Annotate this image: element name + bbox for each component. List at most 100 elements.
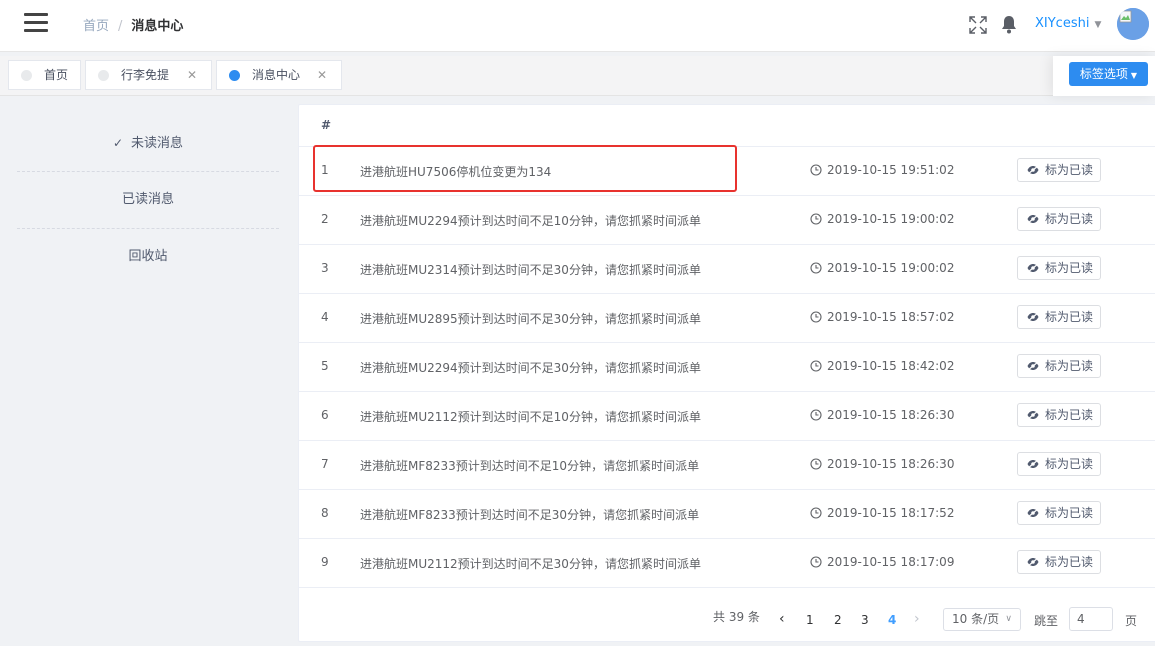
jump-page-input[interactable]: [1069, 607, 1113, 631]
row-index: 4: [321, 310, 329, 324]
clock-icon: [810, 164, 822, 176]
row-index: 3: [321, 261, 329, 275]
message-time: 2019-10-15 18:17:52: [827, 506, 955, 520]
message-time: 2019-10-15 18:17:09: [827, 555, 955, 569]
close-icon[interactable]: ✕: [187, 61, 197, 89]
tag-baggage[interactable]: 行李免提 ✕: [85, 60, 212, 90]
breadcrumb-home[interactable]: 首页: [83, 19, 109, 34]
mark-as-read-label: 标为已读: [1045, 506, 1094, 520]
tag-status-dot: [98, 70, 109, 81]
page-size-value: 10 条/页: [952, 612, 1000, 626]
message-text[interactable]: 进港航班MU2294预计到达时间不足30分钟，请您抓紧时间派单: [360, 359, 701, 376]
next-page-icon[interactable]: ›: [914, 611, 920, 627]
menu-item-unread[interactable]: ✓ 未读消息: [17, 115, 279, 172]
mark-as-read-button[interactable]: 标为已读: [1017, 550, 1101, 574]
prev-page-icon[interactable]: ‹: [779, 611, 785, 627]
message-text[interactable]: 进港航班HU7506停机位变更为134: [360, 163, 551, 180]
message-text[interactable]: 进港航班MU2112预计到达时间不足30分钟，请您抓紧时间派单: [360, 555, 701, 572]
mark-as-read-button[interactable]: 标为已读: [1017, 158, 1101, 182]
clock-icon: [810, 556, 822, 568]
menu-item-recycle-bin[interactable]: 回收站: [17, 229, 279, 285]
eye-icon: [1027, 410, 1039, 420]
mark-as-read-button[interactable]: 标为已读: [1017, 354, 1101, 378]
eye-icon: [1027, 459, 1039, 469]
menu-item-label: 未读消息: [131, 136, 184, 151]
table-row: 8 进港航班MF8233预计到达时间不足30分钟，请您抓紧时间派单 2019-10-…: [299, 490, 1155, 539]
tag-message-center[interactable]: 消息中心 ✕: [216, 60, 342, 90]
table-row: 9 进港航班MU2112预计到达时间不足30分钟，请您抓紧时间派单 2019-10-…: [299, 539, 1155, 588]
menu-item-label: 回收站: [128, 249, 168, 264]
chevron-down-icon: ∨: [1005, 614, 1012, 624]
mark-as-read-button[interactable]: 标为已读: [1017, 501, 1101, 525]
tag-label: 首页: [44, 68, 69, 82]
row-index: 9: [321, 555, 329, 569]
message-text[interactable]: 进港航班MU2294预计到达时间不足10分钟，请您抓紧时间派单: [360, 212, 701, 229]
row-index: 6: [321, 408, 329, 422]
message-time: 2019-10-15 18:42:02: [827, 359, 955, 373]
jump-unit: 页: [1125, 614, 1138, 628]
mark-as-read-button[interactable]: 标为已读: [1017, 256, 1101, 280]
eye-icon: [1027, 557, 1039, 567]
message-text[interactable]: 进港航班MF8233预计到达时间不足30分钟，请您抓紧时间派单: [360, 506, 699, 523]
clock-icon: [810, 409, 822, 421]
message-time: 2019-10-15 18:26:30: [827, 408, 955, 422]
message-time: 2019-10-15 19:00:02: [827, 261, 955, 275]
mark-as-read-label: 标为已读: [1045, 457, 1094, 471]
table-row: 6 进港航班MU2112预计到达时间不足10分钟，请您抓紧时间派单 2019-10-…: [299, 392, 1155, 441]
row-index: 5: [321, 359, 329, 373]
message-time: 2019-10-15 19:51:02: [827, 163, 955, 177]
message-table-panel: # 1 进港航班HU7506停机位变更为134 2019-10-15 19:51:0…: [298, 104, 1155, 642]
username: XIYceshi: [1035, 16, 1090, 31]
bell-icon[interactable]: [1001, 15, 1017, 34]
hamburger-menu-icon[interactable]: [24, 13, 48, 33]
breadcrumb-current: 消息中心: [131, 19, 184, 34]
mark-as-read-label: 标为已读: [1045, 359, 1094, 373]
close-icon[interactable]: ✕: [317, 61, 327, 89]
mark-as-read-button[interactable]: 标为已读: [1017, 452, 1101, 476]
message-time: 2019-10-15 18:26:30: [827, 457, 955, 471]
message-time: 2019-10-15 19:00:02: [827, 212, 955, 226]
caret-down-icon: ▼: [1130, 71, 1138, 80]
page-number-4[interactable]: 4: [888, 613, 896, 627]
eye-icon: [1027, 361, 1039, 371]
tag-status-dot: [229, 70, 240, 81]
mark-as-read-button[interactable]: 标为已读: [1017, 207, 1101, 231]
pagination-total: 共 39 条: [713, 610, 760, 624]
tag-home[interactable]: 首页: [8, 60, 81, 90]
clock-icon: [810, 507, 822, 519]
fullscreen-icon[interactable]: [969, 16, 987, 34]
row-index: 7: [321, 457, 329, 471]
page-number-3[interactable]: 3: [861, 613, 869, 627]
clock-icon: [810, 213, 822, 225]
message-time: 2019-10-15 18:57:02: [827, 310, 955, 324]
message-text[interactable]: 进港航班MU2314预计到达时间不足30分钟，请您抓紧时间派单: [360, 261, 701, 278]
row-index: 2: [321, 212, 329, 226]
row-index: 1: [321, 163, 329, 177]
eye-icon: [1027, 508, 1039, 518]
message-text[interactable]: 进港航班MU2895预计到达时间不足30分钟，请您抓紧时间派单: [360, 310, 701, 327]
clock-icon: [810, 458, 822, 470]
tag-options-label: 标签选项: [1079, 67, 1128, 81]
mark-as-read-button[interactable]: 标为已读: [1017, 305, 1101, 329]
menu-item-read[interactable]: 已读消息: [17, 172, 279, 229]
mark-as-read-label: 标为已读: [1045, 555, 1094, 569]
breadcrumb: 首页 / 消息中心: [83, 15, 183, 34]
avatar[interactable]: [1117, 8, 1149, 40]
page-number-2[interactable]: 2: [834, 613, 842, 627]
check-icon: ✓: [112, 136, 124, 150]
tag-label: 消息中心: [252, 68, 301, 82]
user-dropdown[interactable]: XIYceshi ▼: [1035, 16, 1101, 31]
tag-options-area: 标签选项 ▼: [1053, 56, 1155, 96]
mark-as-read-button[interactable]: 标为已读: [1017, 403, 1101, 427]
message-text[interactable]: 进港航班MU2112预计到达时间不足10分钟，请您抓紧时间派单: [360, 408, 701, 425]
message-text[interactable]: 进港航班MF8233预计到达时间不足10分钟，请您抓紧时间派单: [360, 457, 699, 474]
row-index: 8: [321, 506, 329, 520]
tag-options-button[interactable]: 标签选项 ▼: [1069, 62, 1148, 86]
table-row: 5 进港航班MU2294预计到达时间不足30分钟，请您抓紧时间派单 2019-10-…: [299, 343, 1155, 392]
table-row: 7 进港航班MF8233预计到达时间不足10分钟，请您抓紧时间派单 2019-10-…: [299, 441, 1155, 490]
mark-as-read-label: 标为已读: [1045, 408, 1094, 422]
page-number-1[interactable]: 1: [806, 613, 814, 627]
page-size-select[interactable]: 10 条/页 ∨: [943, 608, 1021, 631]
caret-down-icon: ▼: [1094, 20, 1102, 30]
mark-as-read-label: 标为已读: [1045, 261, 1094, 275]
